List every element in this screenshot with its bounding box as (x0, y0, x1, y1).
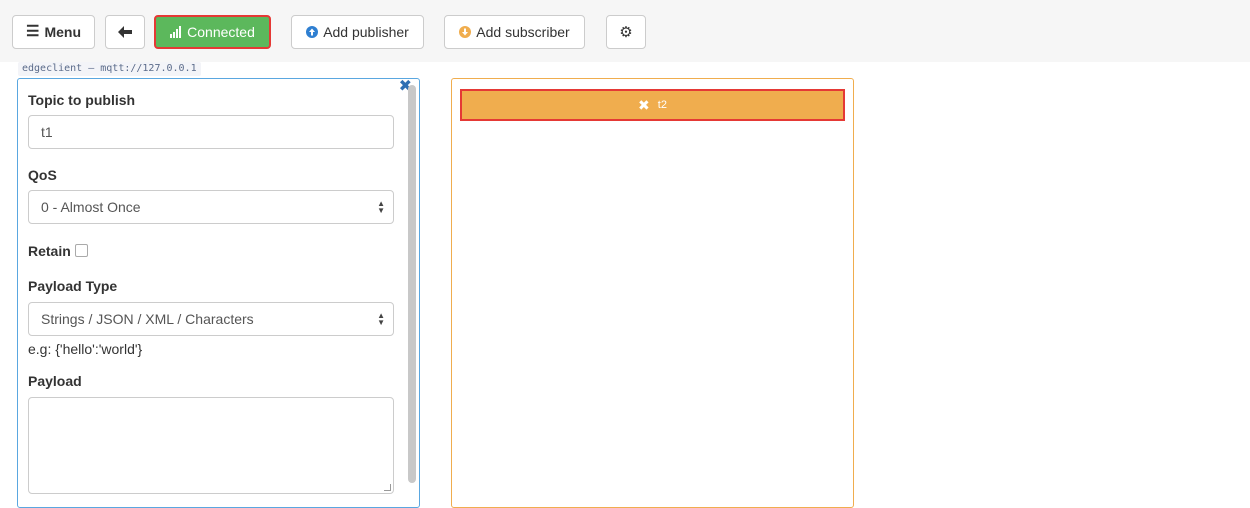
topic-input[interactable]: t1 (28, 115, 394, 149)
circle-arrow-down-icon (459, 26, 472, 38)
payload-type-label: Payload Type (28, 278, 118, 294)
payload-textarea[interactable] (28, 397, 394, 494)
payload-type-select[interactable]: Strings / JSON / XML / Characters ▲ ▼ (28, 302, 394, 336)
select-arrows-icon: ▲ ▼ (377, 311, 385, 327)
remove-subscription-icon[interactable]: ✖ (638, 97, 650, 114)
circle-arrow-up-icon (306, 26, 319, 38)
gear-icon: ⚙ (619, 23, 633, 41)
topic-label: Topic to publish (28, 92, 136, 108)
toolbar: ☰ Menu Connected Add publisher Add subsc… (0, 0, 1250, 62)
connected-status-button[interactable]: Connected (154, 15, 271, 49)
add-publisher-button[interactable]: Add publisher (291, 15, 424, 49)
select-arrows-icon: ▲ ▼ (377, 199, 385, 215)
retain-checkbox[interactable] (74, 244, 88, 257)
subscriber-topic-bar[interactable]: ✖ t2 (460, 89, 845, 121)
menu-button[interactable]: ☰ Menu (12, 15, 95, 49)
payload-hint: e.g: {'hello':'world'} (28, 341, 143, 357)
retain-field: Retain (28, 243, 88, 259)
qos-label: QoS (28, 167, 57, 183)
scrollbar-thumb[interactable] (408, 85, 416, 483)
payload-label: Payload (28, 373, 82, 389)
add-subscriber-button[interactable]: Add subscriber (444, 15, 585, 49)
qos-select[interactable]: 0 - Almost Once ▲ ▼ (28, 190, 394, 224)
connected-label: Connected (187, 24, 255, 40)
arrow-left-icon (118, 26, 132, 38)
retain-label: Retain (28, 243, 71, 259)
connection-label: edgeclient – mqtt://127.0.0.1 (18, 62, 201, 76)
resize-grip-icon[interactable] (384, 484, 391, 491)
back-button[interactable] (105, 15, 145, 49)
menu-button-label: Menu (44, 24, 81, 40)
qos-select-value: 0 - Almost Once (41, 199, 141, 215)
subscriber-panel: ✖ t2 (451, 78, 854, 508)
hamburger-icon: ☰ (25, 23, 40, 40)
add-publisher-label: Add publisher (323, 24, 409, 40)
payload-type-select-value: Strings / JSON / XML / Characters (41, 311, 254, 327)
subscriber-topic-label: t2 (657, 99, 667, 111)
signal-bars-icon (170, 26, 182, 38)
add-subscriber-label: Add subscriber (476, 24, 570, 40)
topic-input-value: t1 (41, 124, 53, 140)
publisher-panel: ✖ Topic to publish t1 QoS 0 - Almost Onc… (17, 78, 420, 508)
scrollbar[interactable] (408, 83, 416, 507)
settings-button[interactable]: ⚙ (606, 15, 646, 49)
